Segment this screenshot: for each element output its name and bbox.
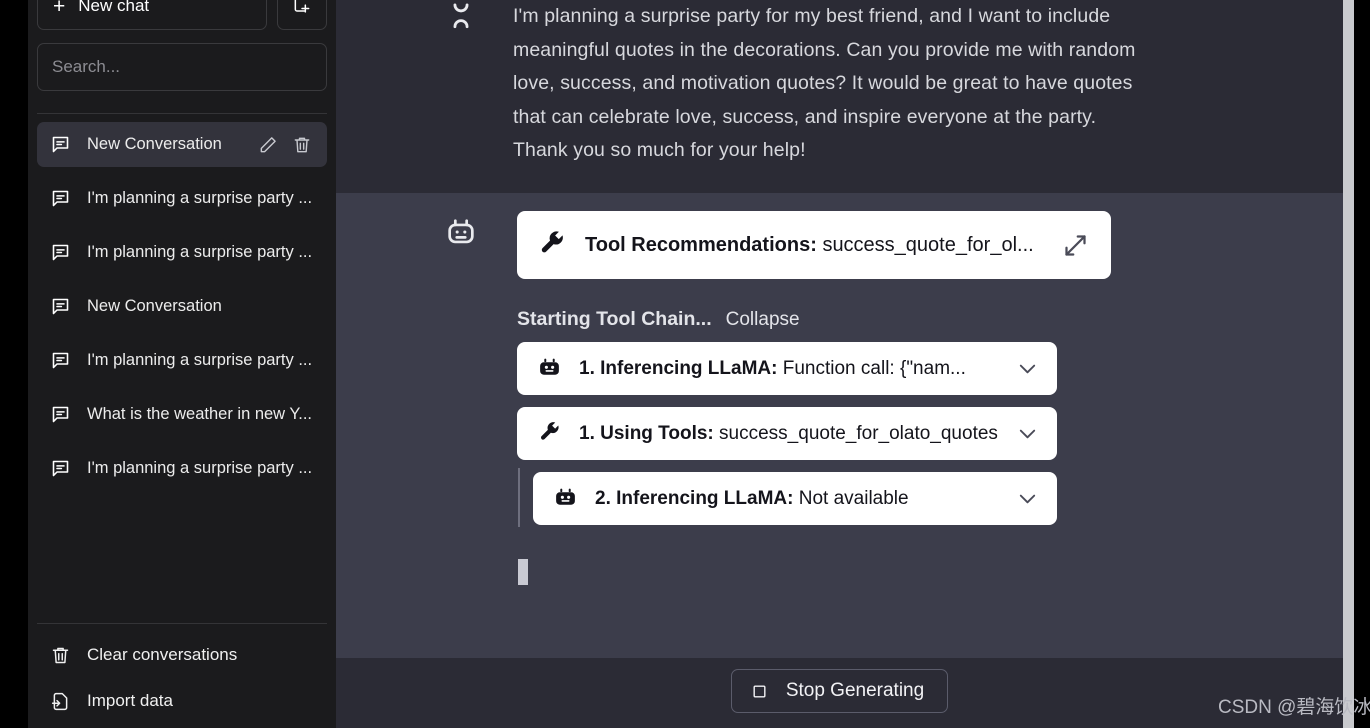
conversation-label: New Conversation — [87, 135, 222, 153]
plus-icon: + — [53, 0, 66, 18]
chat-bubble-icon — [50, 296, 71, 317]
chain-step-1[interactable]: 1. Using Tools: success_quote_for_olato_… — [517, 407, 1057, 460]
conversation-label: I'm planning a surprise party ... — [87, 459, 313, 477]
conversation-row-actions — [258, 135, 314, 155]
robot-icon — [444, 215, 478, 249]
user-message-row: I'm planning a surprise party for my bes… — [336, 0, 1343, 168]
chevron-down-icon[interactable] — [1016, 487, 1039, 510]
chain-step-text: 1. Using Tools: success_quote_for_olato_… — [579, 423, 999, 445]
trash-icon[interactable] — [292, 135, 312, 155]
stop-square-icon — [751, 683, 768, 700]
conversation-item-3[interactable]: New Conversation — [37, 284, 327, 329]
assistant-message: Tool Recommendations: success_quote_for_… — [336, 193, 1343, 655]
new-chat-button[interactable]: + New chat — [37, 0, 267, 30]
stop-generating-button[interactable]: Stop Generating — [730, 669, 949, 713]
import-data-label: Import data — [87, 691, 173, 710]
chain-step-value: success_quote_for_olato_quotes — [719, 422, 998, 444]
vertical-scrollbar[interactable] — [1343, 0, 1354, 728]
chat-bubble-icon — [50, 188, 71, 209]
conversation-label: New Conversation — [87, 297, 222, 315]
tool-recommendations-value: success_quote_for_ol... — [822, 233, 1034, 256]
tool-recommendations-label: Tool Recommendations: — [585, 233, 817, 256]
new-folder-button[interactable] — [277, 0, 327, 30]
conversation-item-4[interactable]: I'm planning a surprise party ... — [37, 338, 327, 383]
sidebar-header: + New chat — [37, 0, 327, 30]
chat-footer: Stop Generating — [336, 658, 1343, 728]
chain-step-2-wrapper: 2. Inferencing LLaMA: Not available — [517, 468, 1283, 527]
conversation-list: New Conversation I'm planning a surprise… — [37, 122, 327, 623]
chat-bubble-icon — [50, 404, 71, 425]
right-gutter — [1354, 0, 1370, 728]
conversation-item-1[interactable]: I'm planning a surprise party ... — [37, 176, 327, 221]
tool-chain-title: Starting Tool Chain... — [517, 308, 712, 330]
conversation-item-6[interactable]: I'm planning a surprise party ... — [37, 446, 327, 491]
chat-bubble-icon — [50, 458, 71, 479]
search-box[interactable] — [37, 43, 327, 91]
tool-chain-collapse-button[interactable]: Collapse — [726, 309, 800, 331]
chat-main: I'm planning a surprise party for my bes… — [336, 0, 1343, 728]
conversation-item-5[interactable]: What is the weather in new Y... — [37, 392, 327, 437]
search-input[interactable] — [38, 44, 326, 90]
conversation-label: I'm planning a surprise party ... — [87, 243, 313, 261]
chain-step-text: 1. Inferencing LLaMA: Function call: {"n… — [579, 358, 999, 380]
chain-step-text: 2. Inferencing LLaMA: Not available — [595, 488, 999, 510]
user-avatar — [441, 0, 481, 34]
chain-step-value: Not available — [798, 487, 909, 509]
stop-generating-label: Stop Generating — [785, 680, 925, 701]
streaming-cursor — [518, 559, 528, 585]
clear-conversations-button[interactable]: Clear conversations — [37, 632, 327, 678]
app-root: + New chat Search... New Conversation I'… — [0, 0, 1370, 728]
chain-step-label: 1. Inferencing LLaMA: — [579, 357, 778, 379]
tool-recommendations-card[interactable]: Tool Recommendations: success_quote_for_… — [517, 211, 1111, 279]
pencil-icon[interactable] — [258, 135, 278, 155]
tool-recommendations-title: Tool Recommendations: success_quote_for_… — [585, 234, 1044, 257]
chain-step-label: 1. Using Tools: — [579, 422, 714, 444]
new-chat-label: New chat — [78, 0, 150, 15]
chain-step-value: Function call: {"nam... — [782, 357, 966, 379]
robot-icon — [553, 486, 578, 511]
chain-step-2[interactable]: 2. Inferencing LLaMA: Not available — [533, 472, 1057, 525]
new-folder-icon — [292, 0, 312, 16]
chat-bubble-icon — [50, 350, 71, 371]
chat-bubble-icon — [50, 134, 71, 155]
chevron-down-icon[interactable] — [1016, 422, 1039, 445]
robot-icon — [537, 356, 562, 381]
clear-conversations-label: Clear conversations — [87, 645, 238, 664]
wrench-icon — [537, 421, 562, 446]
chat-bubble-icon — [50, 242, 71, 263]
user-message-text: I'm planning a surprise party for my bes… — [513, 5, 1136, 161]
import-icon — [50, 691, 71, 712]
tool-chain-header: Starting Tool Chain... Collapse — [517, 308, 1283, 331]
assistant-body: Tool Recommendations: success_quote_for_… — [336, 211, 1343, 585]
conversation-item-2[interactable]: I'm planning a surprise party ... — [37, 230, 327, 275]
trash-icon — [50, 645, 71, 666]
assistant-avatar — [444, 215, 478, 254]
sidebar-divider — [37, 113, 327, 114]
sidebar: + New chat Search... New Conversation I'… — [28, 0, 336, 728]
chain-step-0[interactable]: 1. Inferencing LLaMA: Function call: {"n… — [517, 342, 1057, 395]
conversation-label: I'm planning a surprise party ... — [87, 351, 313, 369]
user-avatar-icon — [446, 0, 476, 34]
wrench-icon — [537, 230, 567, 260]
import-data-button[interactable]: Import data — [37, 678, 327, 724]
conversation-item-0[interactable]: New Conversation — [37, 122, 327, 167]
expand-diagonal-icon[interactable] — [1062, 232, 1089, 259]
chevron-down-icon[interactable] — [1016, 357, 1039, 380]
left-gutter — [0, 0, 28, 728]
chain-step-label: 2. Inferencing LLaMA: — [595, 487, 794, 509]
user-message: I'm planning a surprise party for my bes… — [336, 0, 1343, 193]
sidebar-footer: Clear conversations Import data — [37, 623, 327, 728]
conversation-label: What is the weather in new Y... — [87, 405, 313, 423]
conversation-label: I'm planning a surprise party ... — [87, 189, 313, 207]
